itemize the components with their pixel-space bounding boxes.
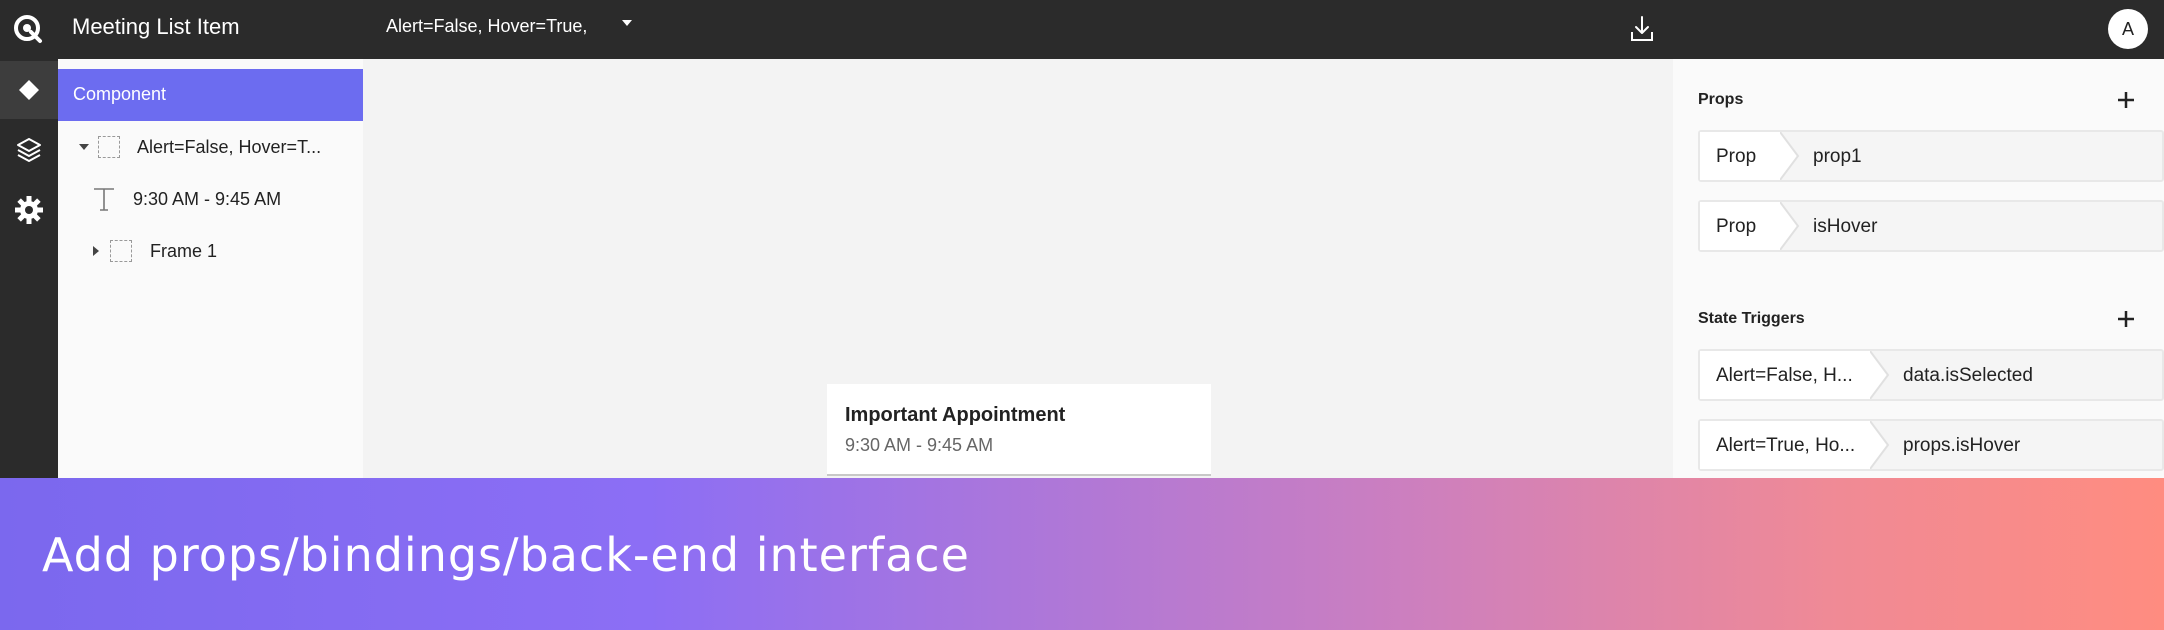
rail-item-component[interactable] (0, 61, 58, 119)
add-state-trigger-icon[interactable] (2117, 310, 2135, 328)
chevron-separator-icon (1780, 202, 1800, 250)
layer-label: Alert=False, Hover=T... (137, 137, 322, 157)
layer-row-text[interactable]: 9:30 AM - 9:45 AM (58, 175, 363, 223)
caret-down-icon[interactable] (78, 142, 90, 152)
banner-caption: Add props/bindings/back-end interface (42, 528, 970, 582)
rail-item-layers[interactable] (0, 121, 58, 179)
layers-icon (17, 138, 41, 162)
card-time: 9:30 AM - 9:45 AM (845, 435, 994, 455)
variant-select[interactable]: Alert=False, Hover=True, (386, 16, 587, 37)
trigger-binding[interactable]: data.isSelected (1903, 365, 2033, 387)
chevron-separator-icon (1870, 421, 1890, 469)
state-trigger-row[interactable]: Alert=False, H... data.isSelected (1698, 349, 2164, 401)
layer-header-component[interactable]: Component (58, 69, 363, 121)
layer-row-root[interactable]: Alert=False, Hover=T... (58, 123, 363, 171)
app-title: Meeting List Item (72, 14, 240, 39)
trigger-state: Alert=False, H... (1716, 365, 1853, 386)
prop-key: Prop (1716, 216, 1757, 237)
chevron-separator-icon (1870, 351, 1890, 399)
component-diamond-icon (19, 80, 39, 100)
prop-value[interactable]: prop1 (1813, 146, 1862, 168)
add-prop-icon[interactable] (2117, 91, 2135, 109)
card-title: Important Appointment (845, 404, 1066, 426)
prop-key: Prop (1716, 146, 1757, 167)
meeting-list-item-card[interactable]: Important Appointment 9:30 AM - 9:45 AM (827, 384, 1211, 476)
chevron-separator-icon (1780, 132, 1800, 180)
frame-icon (110, 240, 132, 262)
caret-down-icon[interactable] (620, 18, 634, 28)
layer-label: Frame 1 (150, 241, 218, 261)
download-icon[interactable] (1628, 14, 1656, 44)
rail-item-settings[interactable] (0, 181, 58, 239)
state-trigger-row[interactable]: Alert=True, Ho... props.isHover (1698, 419, 2164, 471)
gear-icon (15, 196, 43, 224)
props-title: Props (1698, 91, 1744, 108)
top-bar: Meeting List Item Alert=False, Hover=Tru… (0, 0, 2164, 59)
state-triggers-title: State Triggers (1698, 310, 1805, 327)
frame-icon (98, 136, 120, 158)
layer-row-frame[interactable]: Frame 1 (58, 227, 363, 275)
trigger-binding[interactable]: props.isHover (1903, 435, 2020, 457)
app-logo-icon[interactable] (12, 13, 44, 45)
prop-row[interactable]: Prop isHover (1698, 200, 2164, 252)
caption-banner: Add props/bindings/back-end interface (0, 478, 2164, 630)
layer-label: 9:30 AM - 9:45 AM (133, 189, 282, 209)
text-icon (94, 188, 114, 211)
prop-row[interactable]: Prop prop1 (1698, 130, 2164, 182)
caret-right-icon[interactable] (92, 245, 100, 257)
avatar[interactable]: A (2108, 9, 2148, 49)
prop-value[interactable]: isHover (1813, 216, 1877, 238)
trigger-state: Alert=True, Ho... (1716, 435, 1856, 456)
